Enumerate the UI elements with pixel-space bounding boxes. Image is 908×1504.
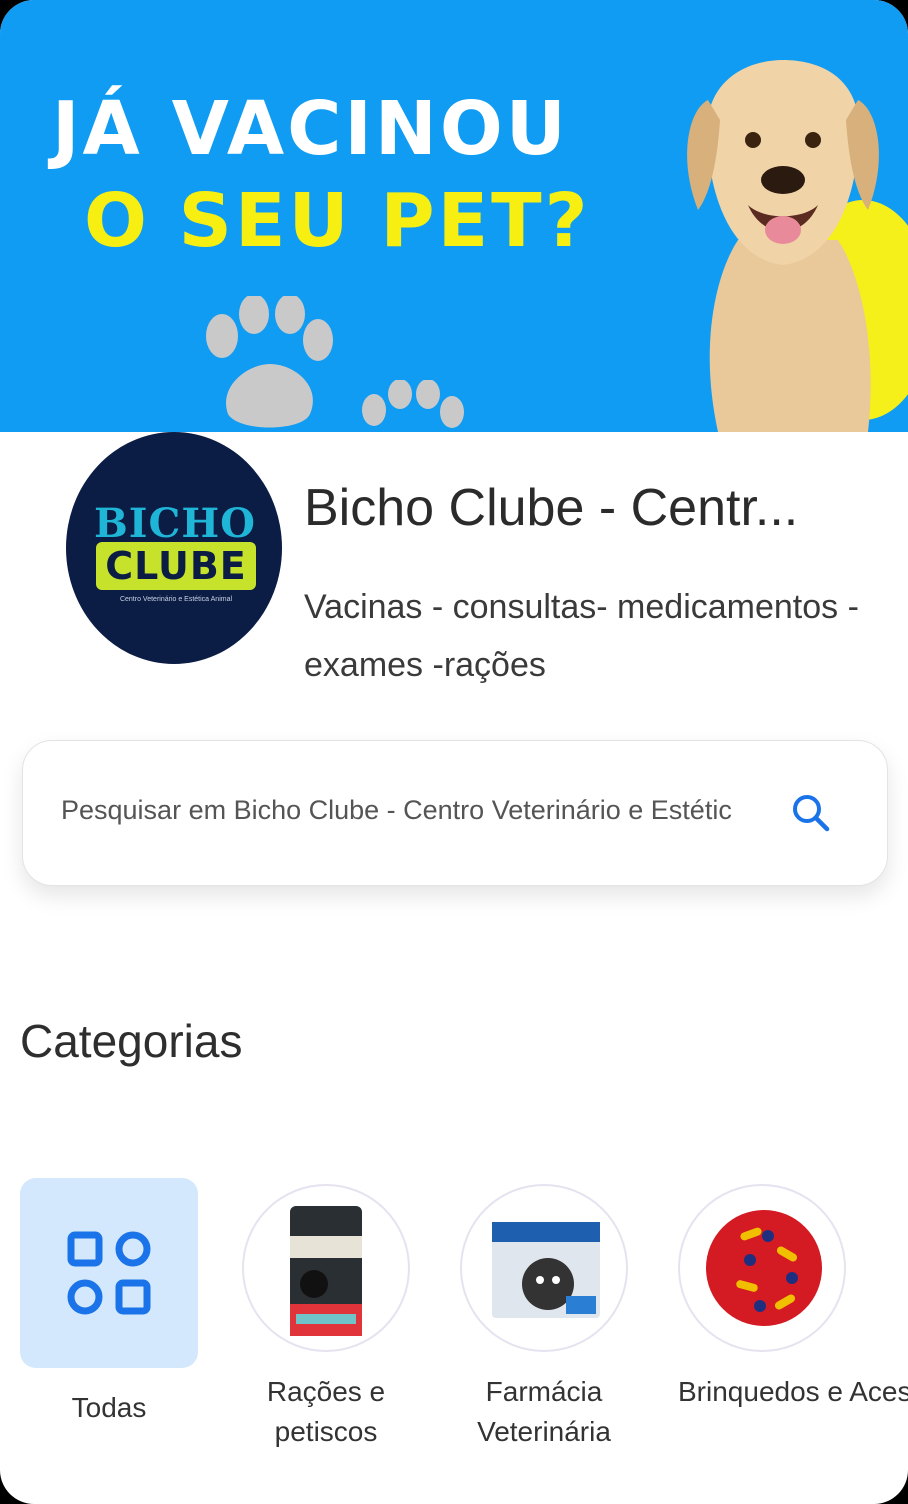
category-todas[interactable]: Todas [20,1178,210,1428]
promo-banner[interactable]: JÁ VACINOU O SEU PET? [0,0,908,432]
logo-text-bottom: CLUBE [96,542,256,590]
search-icon[interactable] [789,791,833,835]
store-logo: BICHO CLUBE Centro Veterinário e Estétic… [66,432,282,664]
banner-headline-line1: JÁ VACINOU [52,86,569,172]
category-tile[interactable] [20,1178,198,1368]
search-bar[interactable]: Pesquisar em Bicho Clube - Centro Veteri… [22,740,888,886]
category-label: Rações e petiscos [266,1376,386,1447]
toy-ball-image [706,1210,822,1326]
category-label: Brinquedos e Acessórios... [678,1376,908,1407]
grid-icon [67,1231,151,1315]
store-description: Vacinas - consultas- medicamentos - exam… [304,588,859,684]
category-racoes[interactable]: Rações e petiscos [242,1178,432,1452]
store-name: Bicho Clube - Centr... [304,479,799,537]
dog-photo [687,60,908,432]
search-input[interactable]: Pesquisar em Bicho Clube - Centro Veteri… [61,795,767,826]
categories-title: Categorias [20,1015,243,1067]
logo-text-top: BICHO [94,500,256,547]
paw-print-icon [206,296,333,428]
banner-headline-line2: O SEU PET? [84,178,591,264]
logo-subtitle: Centro Veterinário e Estética Animal [119,596,233,603]
category-image[interactable] [678,1184,846,1352]
pet-food-bag-image [290,1206,362,1336]
category-image[interactable] [460,1184,628,1352]
app-screen: JÁ VACINOU O SEU PET? BICHO CLUBE Centro… [0,0,908,1504]
category-farmacia[interactable]: Farmácia Veterinária [460,1178,650,1452]
paw-print-icon [362,380,464,428]
category-label: Farmácia Veterinária [477,1376,611,1447]
category-brinquedos[interactable]: Brinquedos e Acessórios... [678,1178,908,1412]
category-label: Todas [71,1392,147,1423]
category-image[interactable] [242,1184,410,1352]
medicine-box-image [492,1222,600,1318]
